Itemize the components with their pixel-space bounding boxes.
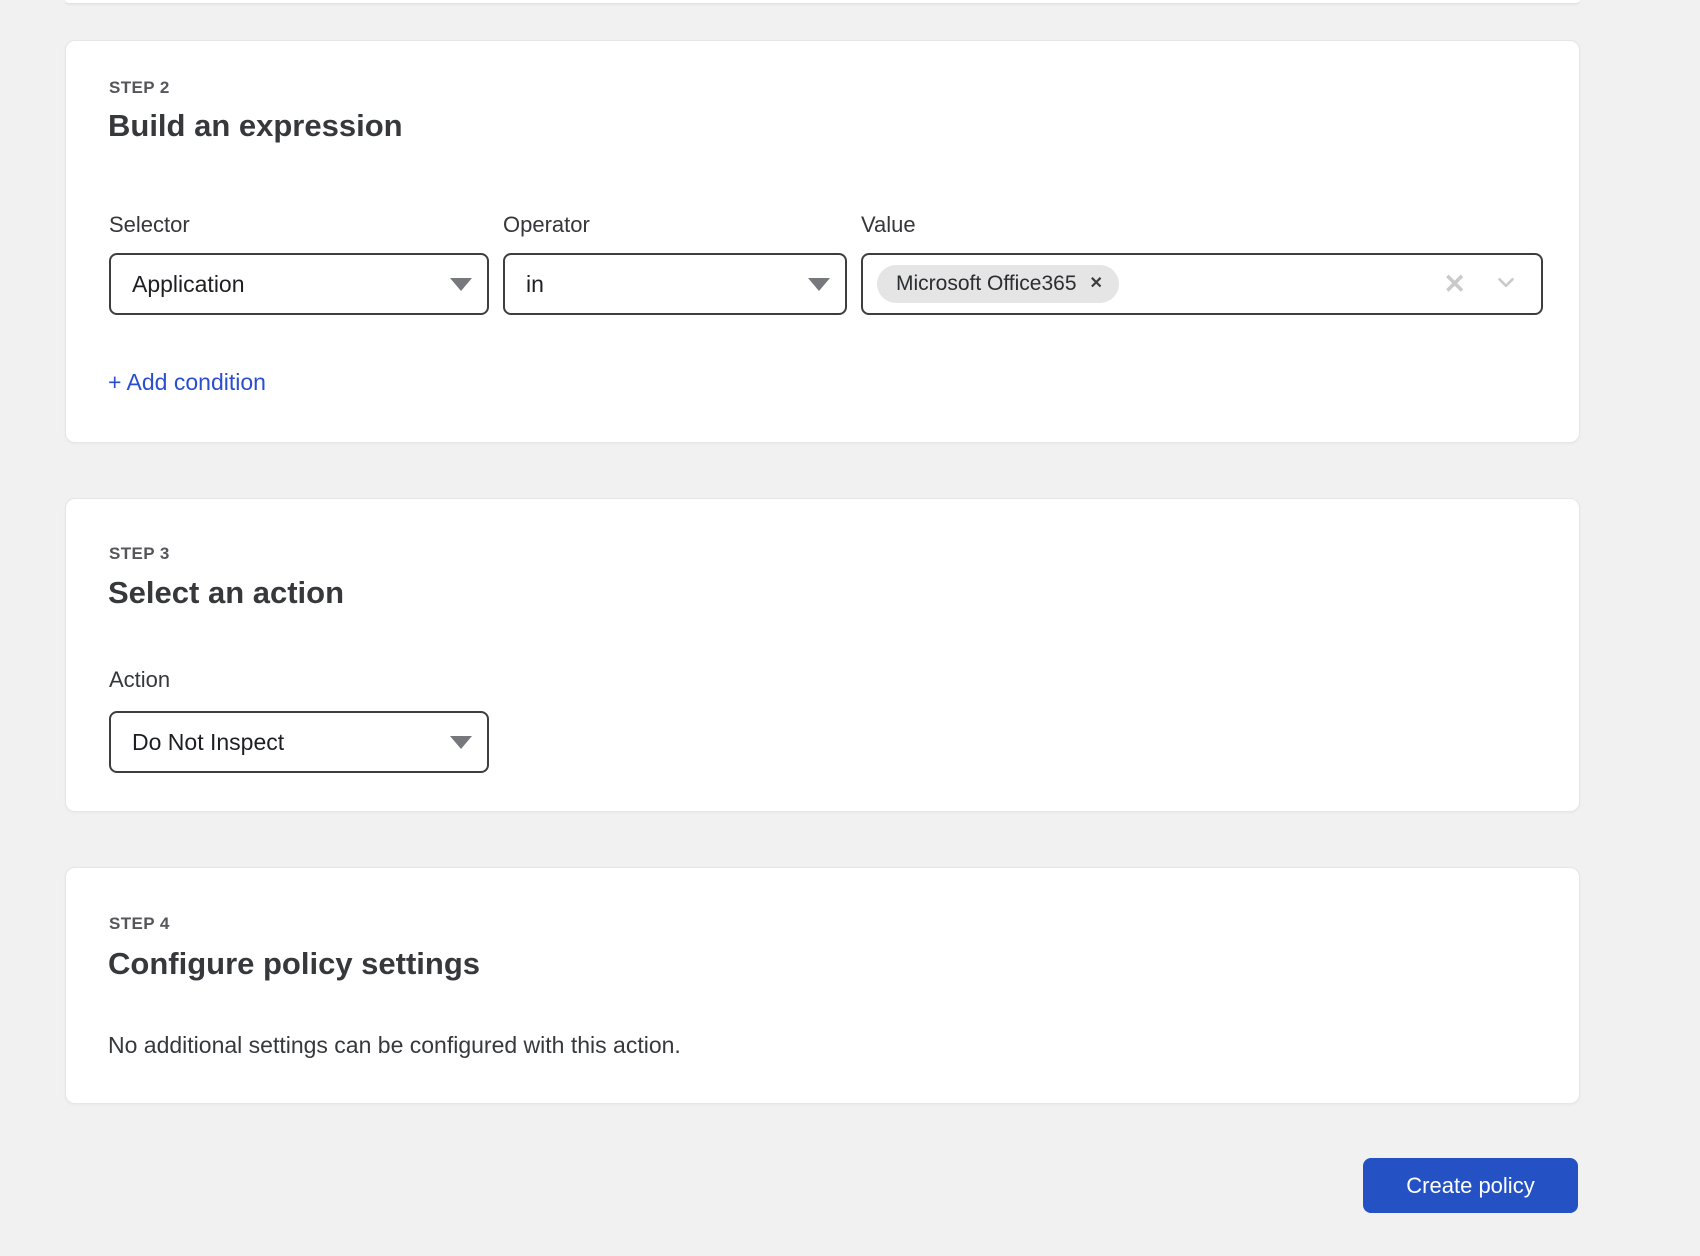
step3-card: STEP 3 Select an action Action Do Not In…: [65, 498, 1580, 812]
dropdown-caret-icon: [808, 278, 830, 291]
action-dropdown[interactable]: Do Not Inspect: [109, 711, 489, 773]
value-tag-text: Microsoft Office365: [896, 272, 1077, 296]
step2-title: Build an expression: [108, 108, 403, 144]
operator-dropdown-value: in: [526, 271, 544, 298]
step3-label: STEP 3: [109, 544, 170, 564]
step2-label: STEP 2: [109, 78, 170, 98]
step3-title: Select an action: [108, 575, 344, 611]
selector-dropdown-value: Application: [132, 271, 245, 298]
dropdown-caret-icon: [450, 736, 472, 749]
operator-dropdown[interactable]: in: [503, 253, 847, 315]
chevron-down-icon[interactable]: [1493, 269, 1519, 300]
dropdown-caret-icon: [450, 278, 472, 291]
operator-field-label: Operator: [503, 212, 590, 238]
value-field-controls: ✕: [1443, 269, 1519, 300]
step4-label: STEP 4: [109, 914, 170, 934]
add-condition-link[interactable]: + Add condition: [108, 369, 266, 396]
step4-card: STEP 4 Configure policy settings No addi…: [65, 867, 1580, 1104]
policy-builder-page: STEP 2 Build an expression Selector Oper…: [0, 0, 1700, 1256]
value-field-label: Value: [861, 212, 916, 238]
no-settings-note: No additional settings can be configured…: [108, 1032, 681, 1059]
step4-title: Configure policy settings: [108, 946, 480, 982]
clear-all-icon[interactable]: ✕: [1443, 271, 1466, 298]
value-multiselect[interactable]: Microsoft Office365 ✕ ✕: [861, 253, 1543, 315]
selector-field-label: Selector: [109, 212, 190, 238]
previous-card-bottom-edge: [65, 0, 1580, 4]
remove-tag-icon[interactable]: ✕: [1090, 276, 1103, 292]
selector-dropdown[interactable]: Application: [109, 253, 489, 315]
action-field-label: Action: [109, 667, 170, 693]
step2-card: STEP 2 Build an expression Selector Oper…: [65, 40, 1580, 443]
value-tag: Microsoft Office365 ✕: [877, 265, 1119, 303]
create-policy-button[interactable]: Create policy: [1363, 1158, 1578, 1213]
action-dropdown-value: Do Not Inspect: [132, 729, 284, 756]
